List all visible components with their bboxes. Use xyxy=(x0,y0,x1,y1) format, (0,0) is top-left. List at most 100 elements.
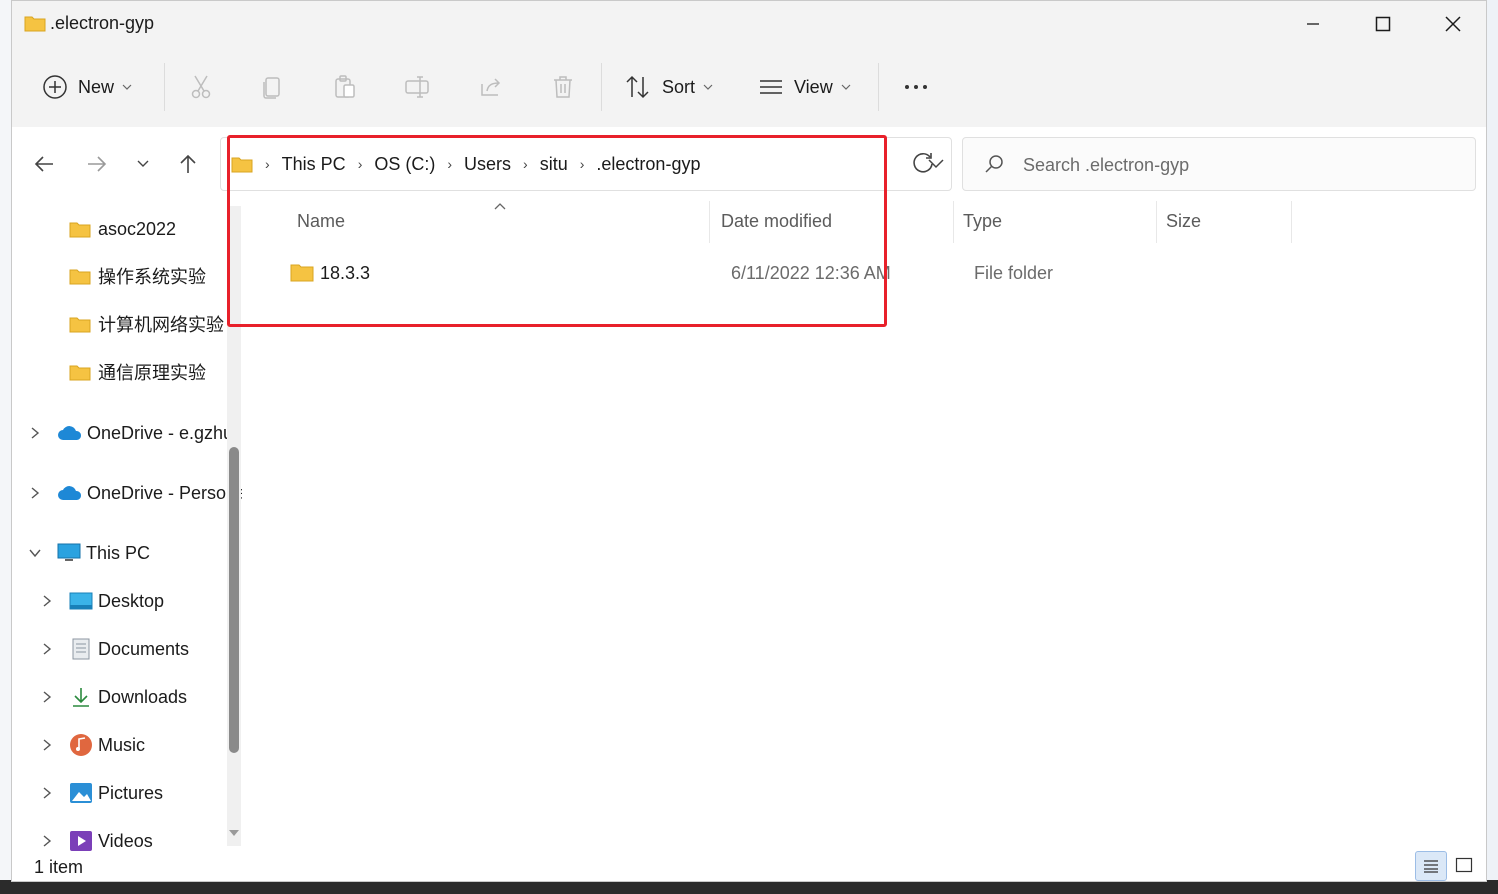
breadcrumb-electron-gyp[interactable]: .electron-gyp xyxy=(596,154,700,175)
sidebar-item-os-lab[interactable]: 操作系统实验 xyxy=(69,256,206,296)
sidebar-item-label: Downloads xyxy=(98,686,188,707)
computer-icon xyxy=(57,543,81,561)
sidebar-item-label: 操作系统实验 xyxy=(98,267,206,287)
column-divider[interactable] xyxy=(953,201,954,243)
column-divider[interactable] xyxy=(1156,201,1157,243)
desktop-icon xyxy=(69,592,93,610)
chevron-right-icon[interactable]: › xyxy=(447,156,452,172)
file-explorer-window: .electron-gyp New Sort View › This PC › … xyxy=(11,0,1487,882)
rename-button[interactable] xyxy=(404,67,432,107)
new-button[interactable]: New xyxy=(42,67,132,107)
view-label: View xyxy=(794,76,833,97)
sidebar-item-asoc2022[interactable]: asoc2022 xyxy=(69,209,176,249)
chevron-right-icon[interactable] xyxy=(28,486,42,500)
paste-button[interactable] xyxy=(332,67,358,107)
breadcrumb-os-c[interactable]: OS (C:) xyxy=(374,154,435,175)
sidebar-item-downloads[interactable]: Downloads xyxy=(69,677,187,717)
copy-button[interactable] xyxy=(260,67,286,107)
address-bar[interactable]: › This PC › OS (C:) › Users › situ › .el… xyxy=(220,137,952,191)
minimize-button[interactable] xyxy=(1278,1,1348,47)
cloud-icon xyxy=(58,426,82,440)
navigation-bar: › This PC › OS (C:) › Users › situ › .el… xyxy=(12,127,1486,201)
tiles-view-button[interactable] xyxy=(1449,851,1479,879)
sidebar-item-onedrive-school[interactable]: OneDrive - e.gzhu xyxy=(57,413,233,453)
toolbar-divider xyxy=(601,63,602,111)
cut-button[interactable] xyxy=(188,67,214,107)
file-row[interactable]: 18.3.3 6/11/2022 12:36 AM File folder xyxy=(268,251,1288,295)
close-button[interactable] xyxy=(1418,1,1486,47)
chevron-down-icon[interactable] xyxy=(28,546,42,560)
details-view-icon xyxy=(1424,860,1438,873)
maximize-button[interactable] xyxy=(1348,1,1418,47)
sidebar-item-comm-lab[interactable]: 通信原理实验 xyxy=(69,352,206,392)
chevron-right-icon[interactable] xyxy=(28,426,42,440)
breadcrumb-this-pc[interactable]: This PC xyxy=(282,154,346,175)
forward-button[interactable] xyxy=(82,149,112,179)
sidebar-item-documents[interactable]: Documents xyxy=(69,629,189,669)
sort-button[interactable]: Sort xyxy=(624,67,713,107)
sidebar-item-label: asoc2022 xyxy=(98,218,177,239)
minimize-icon xyxy=(1307,23,1319,25)
share-button[interactable] xyxy=(478,67,504,107)
toolbar-divider xyxy=(878,63,879,111)
chevron-right-icon[interactable]: › xyxy=(580,156,585,172)
chevron-right-icon[interactable] xyxy=(40,594,54,608)
arrow-up-icon xyxy=(180,154,196,173)
back-button[interactable] xyxy=(29,149,59,179)
folder-icon xyxy=(69,317,91,333)
cut-icon xyxy=(191,75,211,99)
chevron-right-icon[interactable]: › xyxy=(358,156,363,172)
title-bar: .electron-gyp xyxy=(12,1,1486,47)
sidebar-item-label: OneDrive - e.gzhu xyxy=(87,422,234,443)
column-header-type[interactable]: Type xyxy=(963,211,1002,232)
column-header-name[interactable]: Name xyxy=(297,211,345,232)
chevron-down-icon xyxy=(137,160,149,167)
paste-icon xyxy=(335,75,355,98)
search-box[interactable]: Search .electron-gyp xyxy=(962,137,1476,191)
music-icon xyxy=(70,734,92,756)
chevron-right-icon[interactable] xyxy=(40,786,54,800)
recent-locations-button[interactable] xyxy=(128,149,158,179)
column-divider[interactable] xyxy=(1291,201,1292,243)
sidebar-item-label: Desktop xyxy=(98,590,165,611)
sort-ascending-icon xyxy=(494,203,506,210)
chevron-right-icon[interactable] xyxy=(40,690,54,704)
sidebar-item-label: 计算机网络实验 xyxy=(98,315,224,335)
sort-label: Sort xyxy=(662,76,696,97)
column-header-date[interactable]: Date modified xyxy=(721,211,832,232)
chevron-right-icon[interactable] xyxy=(40,834,54,848)
chevron-right-icon[interactable]: › xyxy=(523,156,528,172)
file-type: File folder xyxy=(974,263,1054,283)
sidebar-item-onedrive-personal[interactable]: OneDrive - Personal xyxy=(57,473,242,513)
new-label: New xyxy=(78,76,115,97)
breadcrumb-situ[interactable]: situ xyxy=(540,154,568,175)
details-view-button[interactable] xyxy=(1415,851,1447,881)
view-button[interactable]: View xyxy=(758,67,851,107)
download-icon xyxy=(73,688,89,707)
sidebar-item-label: Documents xyxy=(98,638,190,659)
chevron-right-icon[interactable] xyxy=(40,642,54,656)
command-bar: New Sort View xyxy=(12,47,1486,128)
folder-icon xyxy=(69,365,91,381)
breadcrumb-users[interactable]: Users xyxy=(464,154,511,175)
window-title: .electron-gyp xyxy=(50,13,155,33)
sort-icon xyxy=(626,75,649,99)
delete-button[interactable] xyxy=(550,67,576,107)
chevron-right-icon[interactable] xyxy=(40,738,54,752)
maximize-icon xyxy=(1375,16,1391,32)
sidebar-item-pictures[interactable]: Pictures xyxy=(69,773,163,813)
sidebar-item-music[interactable]: Music xyxy=(69,725,145,765)
refresh-button[interactable] xyxy=(901,146,945,180)
sidebar-item-network-lab[interactable]: 计算机网络实验 xyxy=(69,304,224,344)
sidebar-item-desktop[interactable]: Desktop xyxy=(69,581,164,621)
sidebar-item-this-pc[interactable]: This PC xyxy=(57,533,150,573)
up-button[interactable] xyxy=(173,149,203,179)
rename-icon xyxy=(405,76,429,98)
more-options-button[interactable] xyxy=(902,67,930,107)
sidebar-item-videos[interactable]: Videos xyxy=(69,821,153,853)
column-header-size[interactable]: Size xyxy=(1166,211,1201,232)
column-divider[interactable] xyxy=(709,201,710,243)
scroll-down-icon[interactable] xyxy=(227,827,241,839)
sidebar-scroll-thumb[interactable] xyxy=(229,447,239,753)
delete-icon xyxy=(554,76,572,98)
